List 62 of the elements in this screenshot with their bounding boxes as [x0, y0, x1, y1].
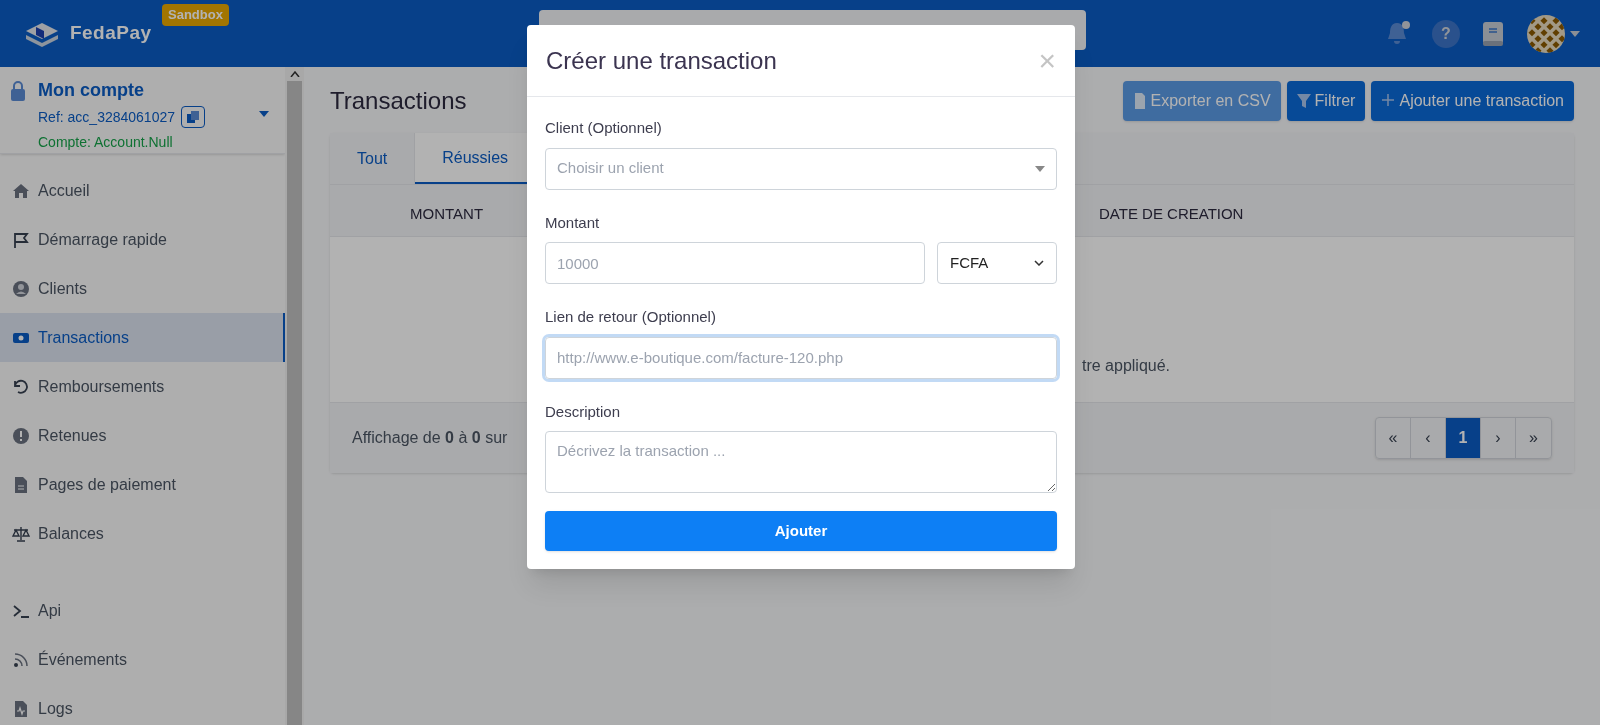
page-button[interactable]: » — [1516, 418, 1551, 458]
sidebar-item[interactable]: Clients — [0, 264, 285, 313]
return-link-field[interactable]: http://www.e-boutique.com/facture-120.php — [545, 336, 1057, 379]
amount-field[interactable]: 10000 — [545, 242, 925, 284]
sidebar-item[interactable]: Logs — [0, 684, 285, 725]
log-icon — [12, 699, 30, 718]
field-label: Lien de retour (Optionnel) — [545, 307, 717, 327]
field-label: Client (Optionnel) — [545, 118, 663, 138]
flag-icon — [12, 230, 30, 249]
column-header: DATE DE CREATION — [1099, 204, 1244, 224]
empty-message: tre appliqué. — [1082, 356, 1171, 376]
page-button[interactable]: « — [1376, 418, 1411, 458]
sidebar-item[interactable]: Pages de paiement — [0, 460, 285, 509]
column-header: MONTANT — [410, 204, 484, 224]
submit-button[interactable]: Ajouter — [545, 511, 1057, 551]
field-label: Description — [545, 401, 622, 422]
caret-icon — [259, 111, 269, 117]
client-select[interactable]: Choisir un client — [545, 147, 1057, 190]
scrollbar[interactable] — [285, 67, 304, 725]
lock-icon — [10, 80, 26, 101]
caret-icon — [1570, 30, 1580, 37]
sidebar-item[interactable]: Accueil — [0, 166, 285, 215]
account-title: Mon compte — [38, 79, 144, 102]
page-button[interactable]: › — [1481, 418, 1516, 458]
user-icon — [12, 279, 30, 298]
home-icon — [12, 181, 30, 200]
copy-button[interactable] — [181, 106, 205, 128]
chevron-down-icon — [1034, 260, 1044, 266]
sidebar-item[interactable]: Remboursements — [0, 362, 285, 411]
plus-icon — [1381, 93, 1396, 109]
page-button[interactable]: 1 — [1446, 418, 1481, 458]
scale-icon — [12, 524, 30, 543]
sidebar-item[interactable]: Transactions — [0, 313, 285, 362]
field-label: Montant — [545, 212, 601, 233]
rss-icon — [12, 650, 30, 669]
select-placeholder: Choisir un client — [557, 158, 664, 179]
file-icon — [1132, 93, 1147, 109]
currency-value: FCFA — [950, 252, 989, 273]
help-button[interactable]: ? — [1432, 19, 1460, 48]
sidebar-item[interactable]: Balances — [0, 509, 285, 558]
undo-icon — [12, 377, 30, 396]
filter-icon — [1296, 93, 1311, 109]
sidebar-item[interactable]: Api — [0, 586, 285, 635]
caret-icon — [1035, 165, 1045, 172]
toolbar-button[interactable]: Filtrer — [1286, 81, 1366, 121]
page-title: Transactions — [330, 86, 467, 116]
pagination-summary: Affichage de 0 à 0 sur — [352, 428, 508, 448]
toolbar-button[interactable]: Ajouter une transaction — [1371, 81, 1574, 121]
alert-icon — [12, 426, 30, 445]
app-logo-text[interactable]: FedaPay — [70, 19, 152, 48]
sidebar-item[interactable]: Démarrage rapide — [0, 215, 285, 264]
account-ref: Ref: acc_3284061027 — [38, 107, 175, 127]
document-icon — [12, 475, 30, 494]
currency-select[interactable]: FCFA — [937, 242, 1057, 284]
copy-icon — [187, 111, 199, 123]
sidebar-item[interactable]: Événements — [0, 635, 285, 684]
description-field[interactable]: Décrivez la transaction ... — [545, 431, 1057, 493]
scroll-up-icon — [289, 71, 300, 77]
account-name: Compte: Account.Null — [37, 133, 174, 152]
modal-title: Créer une transaction — [546, 45, 777, 76]
sandbox-badge: Sandbox — [162, 4, 229, 26]
sidebar-item[interactable]: Retenues — [0, 411, 285, 460]
